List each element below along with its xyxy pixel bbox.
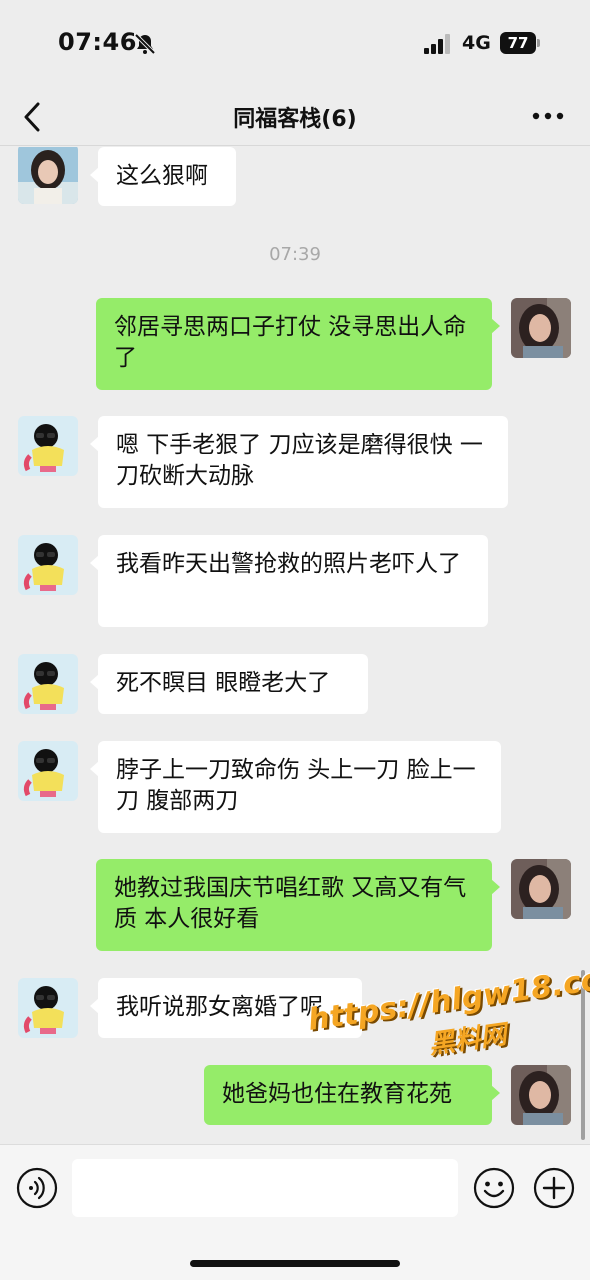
avatar[interactable] xyxy=(511,859,571,919)
battery-indicator: 77 xyxy=(500,32,540,54)
avatar[interactable] xyxy=(18,147,78,204)
incoming-message-bubble[interactable]: 脖子上一刀致命伤 头上一刀 脸上一刀 腹部两刀 xyxy=(90,741,501,833)
battery-level: 77 xyxy=(500,32,536,54)
signal-icon xyxy=(424,34,450,54)
status-bar: 07:46 4G 77 xyxy=(0,0,590,88)
message-timestamp: 07:39 xyxy=(269,244,321,265)
avatar[interactable] xyxy=(18,654,78,714)
outgoing-message-bubble[interactable]: 她教过我国庆节唱红歌 又高又有气质 本人很好看 xyxy=(96,859,500,951)
incoming-message-bubble[interactable]: 这么狠啊 xyxy=(90,147,236,206)
avatar[interactable] xyxy=(18,535,78,595)
input-bar xyxy=(0,1144,590,1280)
voice-icon[interactable] xyxy=(16,1167,58,1209)
status-time: 07:46 xyxy=(58,28,137,56)
avatar[interactable] xyxy=(18,416,78,476)
network-type: 4G xyxy=(462,32,491,54)
message-input[interactable] xyxy=(72,1159,458,1217)
battery-tip xyxy=(537,39,540,47)
avatar[interactable] xyxy=(511,298,571,358)
avatar[interactable] xyxy=(511,1065,571,1125)
chat-title: 同福客栈(6) xyxy=(233,107,357,132)
bell-muted-icon xyxy=(134,33,156,55)
avatar[interactable] xyxy=(18,978,78,1038)
plus-icon[interactable] xyxy=(533,1167,575,1209)
chat-header: 同福客栈(6) xyxy=(0,88,590,146)
home-indicator xyxy=(190,1260,400,1267)
incoming-message-bubble[interactable]: 嗯 下手老狠了 刀应该是磨得很快 一刀砍断大动脉 xyxy=(90,416,508,508)
outgoing-message-bubble[interactable]: 她爸妈也住在教育花苑 xyxy=(204,1065,500,1125)
incoming-message-bubble[interactable]: 我看昨天出警抢救的照片老吓人了 xyxy=(90,535,488,627)
emoji-icon[interactable] xyxy=(473,1167,515,1209)
incoming-message-bubble[interactable]: 死不瞑目 眼瞪老大了 xyxy=(90,654,368,714)
more-icon[interactable] xyxy=(530,106,566,126)
outgoing-message-bubble[interactable]: 邻居寻思两口子打仗 没寻思出人命了 xyxy=(96,298,500,390)
avatar[interactable] xyxy=(18,741,78,801)
